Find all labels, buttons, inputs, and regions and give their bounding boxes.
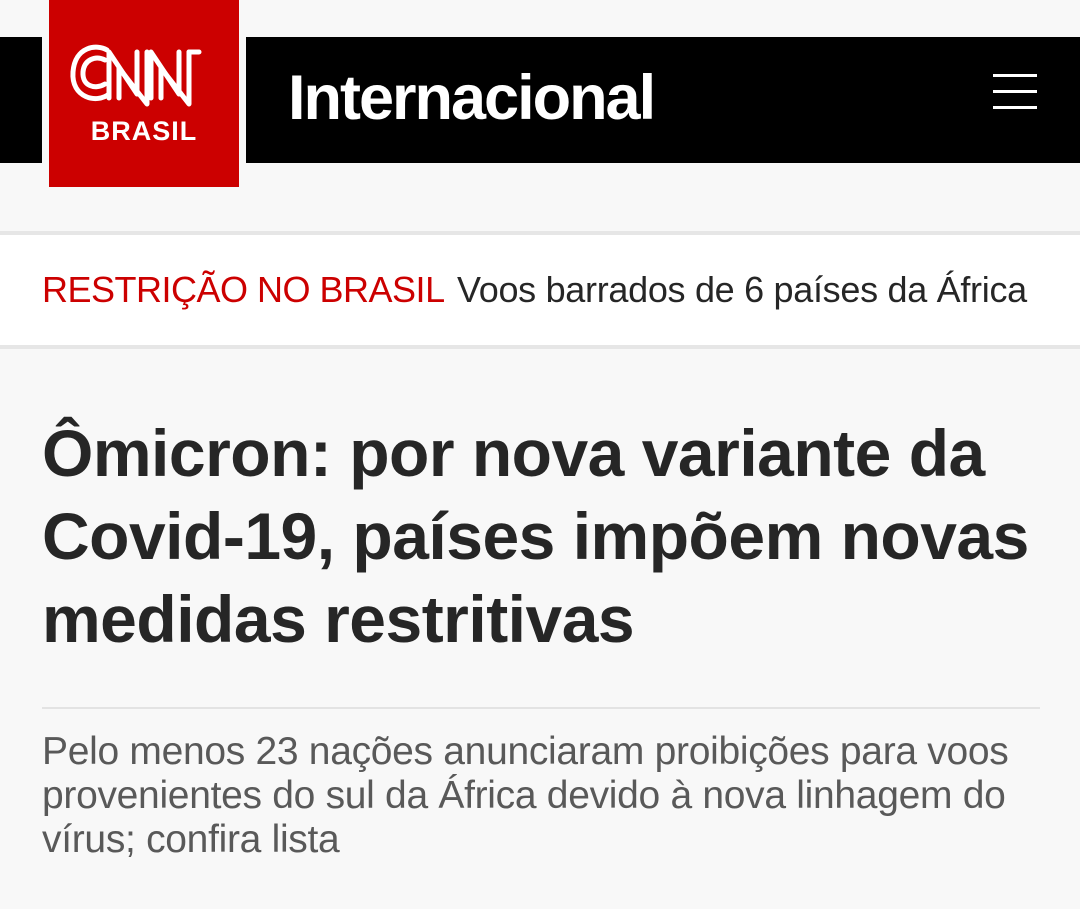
breaking-news-bar[interactable]: RESTRIÇÃO NO BRASIL Voos barrados de 6 p… (0, 231, 1080, 349)
article-summary: Pelo menos 23 nações anunciaram proibiçõ… (42, 730, 1009, 861)
breaking-tag: RESTRIÇÃO NO BRASIL (42, 269, 445, 310)
article-headline[interactable]: Ômicron: por nova variante da Covid-19, … (42, 412, 1042, 661)
section-title[interactable]: Internacional (288, 58, 656, 138)
divider (42, 707, 1040, 709)
logo-subtitle: BRASIL (90, 116, 198, 146)
cnn-brasil-logo[interactable]: BRASIL (42, 0, 246, 187)
cnn-wordmark (70, 44, 202, 107)
menu-button[interactable] (993, 74, 1037, 110)
breaking-text[interactable]: Voos barrados de 6 países da África (457, 269, 1027, 311)
hamburger-menu-icon (993, 74, 1037, 77)
